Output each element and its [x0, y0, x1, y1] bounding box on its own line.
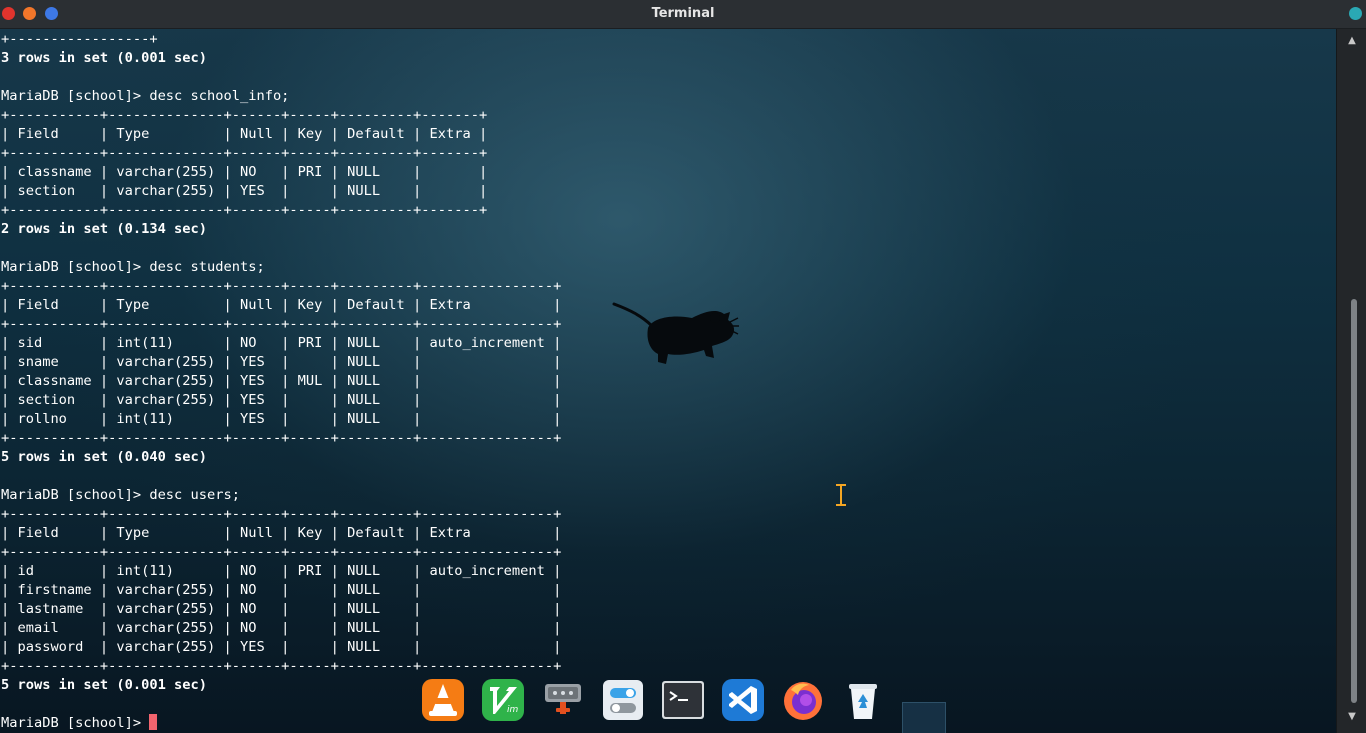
settings-toggle-icon[interactable] — [601, 678, 645, 722]
terminal-line: | Field | Type | Null | Key | Default | … — [1, 525, 562, 541]
terminal-line: | email | varchar(255) | NO | | NULL | | — [1, 620, 562, 636]
application-dock: im — [415, 672, 890, 728]
window-menu-button[interactable] — [1349, 7, 1362, 20]
terminal-line: | lastname | varchar(255) | NO | | NULL … — [1, 601, 562, 617]
terminal-line: | rollno | int(11) | YES | | NULL | | — [1, 411, 562, 427]
text-cursor — [149, 714, 158, 730]
terminal-line: | section | varchar(255) | YES | | NULL … — [1, 392, 562, 408]
scroll-up-icon[interactable]: ▲ — [1337, 35, 1366, 46]
terminal-line: | classname | varchar(255) | NO | PRI | … — [1, 164, 488, 180]
scrollbar-thumb[interactable] — [1351, 299, 1357, 703]
terminal-line: | classname | varchar(255) | YES | MUL |… — [1, 373, 562, 389]
vertical-scrollbar[interactable]: ▲ ▼ — [1336, 29, 1366, 733]
title-bar: Terminal — [0, 0, 1366, 29]
terminal-prompt: MariaDB [school]> — [1, 715, 150, 731]
terminal-window: Terminal +-----------------+ 3 rows in se… — [0, 0, 1366, 733]
vim-icon[interactable]: im — [481, 678, 525, 722]
terminal-line: MariaDB [school]> desc users; — [1, 487, 240, 503]
terminal-line: 2 rows in set (0.134 sec) — [1, 221, 208, 237]
vscode-icon[interactable] — [721, 678, 765, 722]
scroll-down-icon[interactable]: ▼ — [1337, 711, 1366, 722]
terminal-line: +-----------+--------------+------+-----… — [1, 506, 562, 522]
terminal-line: +-----------+--------------+------+-----… — [1, 278, 562, 294]
terminal-line: | firstname | varchar(255) | NO | | NULL… — [1, 582, 562, 598]
terminal-line: +-----------+--------------+------+-----… — [1, 202, 488, 218]
terminal-line: +-----------+--------------+------+-----… — [1, 107, 488, 123]
terminal-line: | sname | varchar(255) | YES | | NULL | … — [1, 354, 562, 370]
terminal-output-area[interactable]: +-----------------+ 3 rows in set (0.001 … — [0, 29, 1336, 733]
firefox-icon[interactable] — [781, 678, 825, 722]
svg-text:im: im — [507, 705, 519, 715]
terminal-line: +-----------+--------------+------+-----… — [1, 430, 562, 446]
vlc-icon[interactable] — [421, 678, 465, 722]
terminal-line: | section | varchar(255) | YES | | NULL … — [1, 183, 488, 199]
ibeam-cursor-icon — [836, 484, 846, 506]
terminal-line: | Field | Type | Null | Key | Default | … — [1, 297, 562, 313]
terminal-line: +-----------+--------------+------+-----… — [1, 544, 562, 560]
terminal-line: MariaDB [school]> desc school_info; — [1, 88, 290, 104]
terminal-line: | id | int(11) | NO | PRI | NULL | auto_… — [1, 563, 562, 579]
terminal-line: 5 rows in set (0.040 sec) — [1, 449, 208, 465]
terminal-line: +-----------------+ — [1, 31, 158, 47]
xfce-mouse-logo — [612, 302, 739, 364]
terminal-line: MariaDB [school]> desc students; — [1, 259, 265, 275]
terminal-line: +-----------+--------------+------+-----… — [1, 316, 562, 332]
terminal-line: +-----------+--------------+------+-----… — [1, 145, 488, 161]
terminal-output: +-----------------+ 3 rows in set (0.001 … — [1, 30, 561, 733]
terminal-line: 3 rows in set (0.001 sec) — [1, 50, 208, 66]
network-tool-icon[interactable] — [541, 678, 585, 722]
dock-x-icon[interactable] — [902, 702, 946, 733]
recycle-bin-icon[interactable] — [841, 678, 885, 722]
terminal-line: | sid | int(11) | NO | PRI | NULL | auto… — [1, 335, 562, 351]
terminal-icon[interactable] — [661, 678, 705, 722]
terminal-line: | Field | Type | Null | Key | Default | … — [1, 126, 488, 142]
terminal-line: | password | varchar(255) | YES | | NULL… — [1, 639, 562, 655]
window-title: Terminal — [651, 6, 715, 21]
